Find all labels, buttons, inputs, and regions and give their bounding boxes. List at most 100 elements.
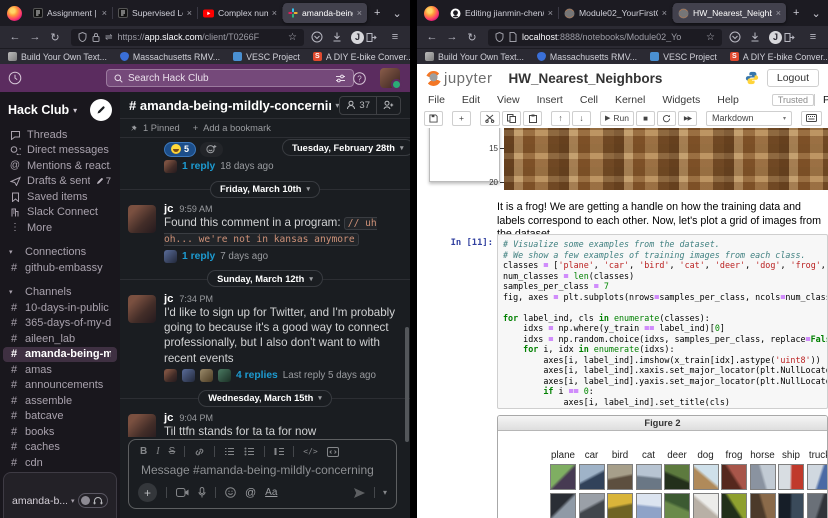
- logout-button[interactable]: Logout: [767, 69, 819, 87]
- send-options-chevron-icon[interactable]: ▾: [383, 488, 387, 497]
- bookmark-star-icon[interactable]: ☆: [706, 32, 715, 43]
- section-header-connections[interactable]: ▾Connections: [0, 245, 120, 261]
- bold-button[interactable]: B: [140, 446, 147, 457]
- sidebar-item-more[interactable]: ⋮More: [0, 220, 120, 236]
- channel-item[interactable]: #github-embassy: [0, 260, 120, 276]
- sidebar-item-drafts-sent[interactable]: Drafts & sent7: [0, 174, 120, 190]
- firefox-logo-icon[interactable]: [7, 6, 22, 21]
- pinned-count[interactable]: 1 Pinned: [143, 123, 180, 133]
- browser-tab[interactable]: HW_Nearest_Neighbors - ...×: [673, 3, 786, 23]
- add-cell-button[interactable]: +: [452, 111, 471, 126]
- shield-icon[interactable]: [495, 32, 504, 42]
- tab-list-chevron-icon[interactable]: ⌄: [805, 7, 826, 20]
- tab-close-icon[interactable]: ×: [776, 8, 781, 18]
- back-button[interactable]: ←: [6, 31, 24, 43]
- message-author[interactable]: jc: [164, 203, 173, 215]
- tab-close-icon[interactable]: ×: [548, 8, 553, 18]
- scrollbar[interactable]: [405, 327, 409, 442]
- link-icon[interactable]: [194, 447, 205, 457]
- bookmark-item[interactable]: SA DIY E-bike Conver...: [313, 52, 410, 62]
- channel-item[interactable]: #cdn: [0, 455, 120, 471]
- new-tab-button[interactable]: +: [368, 7, 386, 19]
- strikethrough-button[interactable]: S: [169, 446, 176, 457]
- download-icon[interactable]: [331, 31, 349, 43]
- pocket-icon[interactable]: [729, 31, 747, 43]
- bookmark-item[interactable]: Massachusetts RMV...: [120, 52, 220, 62]
- notebook-title[interactable]: HW_Nearest_Neighbors: [509, 71, 663, 86]
- bookmark-item[interactable]: Massachusetts RMV...: [537, 52, 637, 62]
- compose-button[interactable]: [90, 99, 112, 121]
- restart-kernel-button[interactable]: [657, 111, 676, 126]
- cell-type-select[interactable]: Markdown▾: [706, 111, 792, 126]
- account-button[interactable]: J: [351, 31, 364, 44]
- message-timestamp[interactable]: 9:59 AM: [179, 204, 212, 214]
- restart-run-all-button[interactable]: ▶▶: [678, 111, 697, 126]
- url-text[interactable]: https://app.slack.com/client/T0266F: [118, 32, 283, 42]
- bookmark-star-icon[interactable]: ☆: [288, 32, 297, 43]
- command-palette-button[interactable]: [801, 111, 822, 126]
- reload-button[interactable]: ↻: [463, 31, 481, 44]
- thread-summary[interactable]: 1 reply 18 days ago: [120, 158, 410, 175]
- message-timestamp[interactable]: 9:04 PM: [179, 413, 213, 423]
- channel-item[interactable]: #caches: [0, 440, 120, 456]
- browser-tab[interactable]: Module02_YourFirstClass×: [559, 3, 672, 23]
- reply-link[interactable]: 1 reply: [182, 251, 215, 262]
- attach-button[interactable]: +: [138, 483, 157, 502]
- sidebar-item-direct-messages[interactable]: Direct messages: [0, 143, 120, 159]
- message-composer[interactable]: B I S </>: [128, 439, 397, 509]
- help-icon[interactable]: ?: [353, 72, 366, 85]
- member-count-button[interactable]: 37: [340, 100, 376, 111]
- sidebar-item-threads[interactable]: Threads: [0, 127, 120, 143]
- url-bar[interactable]: localhost:8888/notebooks/Module02_Yo ☆: [488, 29, 722, 46]
- bookmark-item[interactable]: VESC Project: [650, 52, 717, 62]
- menu-help[interactable]: Help: [717, 94, 739, 106]
- avatar[interactable]: [128, 295, 156, 323]
- bookmark-item[interactable]: Build Your Own Text...: [425, 52, 524, 62]
- bookmark-item[interactable]: Build Your Own Text...: [8, 52, 107, 62]
- history-clock-icon[interactable]: [8, 71, 22, 85]
- channel-title[interactable]: # amanda-being-mildly-concerning: [129, 98, 331, 113]
- date-pill[interactable]: Wednesday, March 15th▾: [198, 390, 332, 407]
- user-avatar[interactable]: [380, 68, 400, 88]
- save-button[interactable]: [424, 111, 443, 126]
- forward-button[interactable]: →: [26, 31, 44, 43]
- forward-button[interactable]: →: [443, 31, 461, 43]
- bullet-list-icon[interactable]: [244, 447, 255, 456]
- back-button[interactable]: ←: [423, 31, 441, 43]
- channel-item[interactable]: #batcave: [0, 409, 120, 425]
- figure2-title-bar[interactable]: Figure 2: [498, 416, 827, 431]
- mic-icon[interactable]: [198, 487, 206, 498]
- tab-close-icon[interactable]: ×: [187, 8, 192, 18]
- code-block-icon[interactable]: [327, 447, 339, 457]
- add-member-button[interactable]: [377, 100, 400, 110]
- browser-tab[interactable]: Supervised Learn×: [113, 3, 197, 23]
- menu-hamburger-icon[interactable]: ≡: [804, 31, 822, 43]
- sticky-date-header[interactable]: Tuesday, February 28th▾: [282, 139, 410, 156]
- channel-item[interactable]: #amas: [0, 362, 120, 378]
- tab-close-icon[interactable]: ×: [102, 8, 107, 18]
- menu-edit[interactable]: Edit: [462, 94, 480, 106]
- blockquote-icon[interactable]: [274, 447, 284, 456]
- avatar[interactable]: [128, 414, 156, 437]
- code-button[interactable]: </>: [303, 447, 317, 456]
- menu-kernel[interactable]: Kernel: [615, 94, 645, 106]
- channel-item[interactable]: #aileen_lab: [0, 331, 120, 347]
- italic-button[interactable]: I: [156, 446, 159, 457]
- channel-item[interactable]: #assemble: [0, 393, 120, 409]
- move-cell-down-button[interactable]: ↓: [572, 111, 591, 126]
- thread-summary[interactable]: 1 reply 7 days ago: [120, 248, 410, 265]
- reaction-pill[interactable]: 5: [164, 142, 196, 157]
- add-reaction-button[interactable]: [200, 142, 223, 157]
- download-icon[interactable]: [749, 31, 767, 43]
- reload-button[interactable]: ↻: [46, 31, 64, 44]
- send-icon[interactable]: [353, 487, 366, 499]
- menu-view[interactable]: View: [497, 94, 520, 106]
- huddle-toggle[interactable]: [78, 493, 108, 508]
- jupyter-logo-text[interactable]: jupyter: [444, 70, 493, 87]
- message-input[interactable]: Message #amanda-being-mildly-concerning: [129, 459, 396, 483]
- avatar[interactable]: [128, 205, 156, 233]
- pocket-icon[interactable]: [311, 31, 329, 43]
- paste-cell-button[interactable]: [523, 111, 542, 126]
- message-author[interactable]: jc: [164, 293, 173, 305]
- reply-link[interactable]: 1 reply: [182, 161, 215, 172]
